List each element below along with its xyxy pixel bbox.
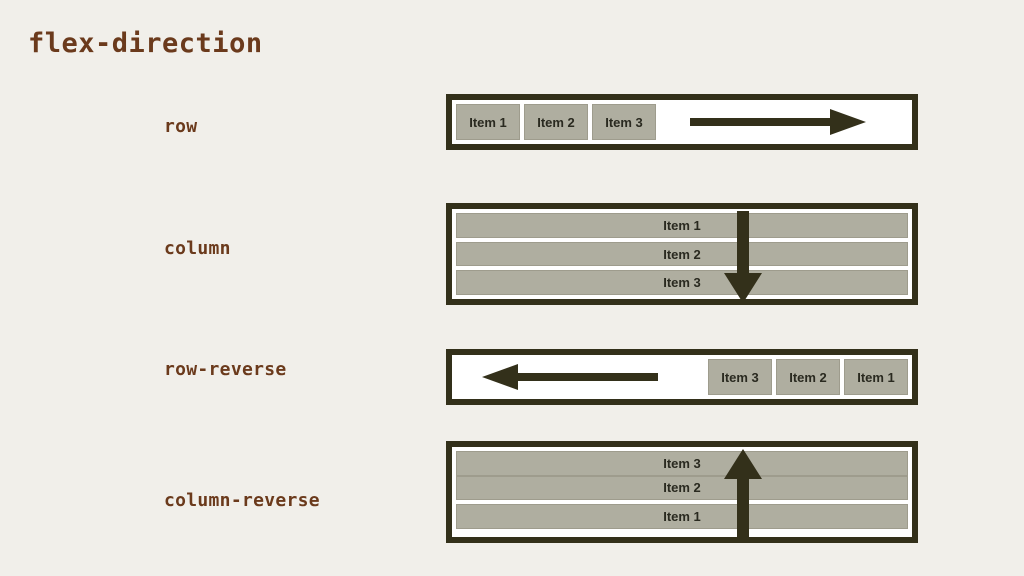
flex-track-column: Item 1 Item 2 Item 3	[456, 213, 908, 296]
example-label-row-reverse: row-reverse	[164, 359, 287, 380]
flex-track-row: Item 1 Item 2 Item 3	[456, 104, 908, 140]
flex-item: Item 3	[708, 359, 772, 395]
flex-item: Item 1	[456, 504, 908, 529]
flex-item: Item 3	[456, 450, 908, 476]
flex-item: Item 3	[456, 270, 908, 296]
flex-container-row-reverse: Item 1 Item 2 Item 3	[446, 349, 918, 405]
flex-track-row-reverse: Item 1 Item 2 Item 3	[456, 359, 908, 395]
page-title: flex-direction	[28, 28, 263, 59]
flex-container-column: Item 1 Item 2 Item 3	[446, 203, 918, 305]
example-label-column: column	[164, 238, 231, 259]
flex-item: Item 2	[524, 104, 588, 140]
flex-item: Item 1	[456, 104, 520, 140]
flex-item: Item 2	[456, 241, 908, 267]
flex-item: Item 2	[776, 359, 840, 395]
flex-container-row: Item 1 Item 2 Item 3	[446, 94, 918, 150]
flex-item: Item 1	[844, 359, 908, 395]
example-label-column-reverse: column-reverse	[164, 490, 320, 511]
flex-item: Item 3	[592, 104, 656, 140]
flex-track-column-reverse: Item 1 Item 2 Item 3	[456, 450, 908, 533]
flex-container-column-reverse: Item 1 Item 2 Item 3	[446, 441, 918, 543]
example-label-row: row	[164, 116, 198, 137]
flex-item: Item 1	[456, 213, 908, 238]
flex-item: Item 2	[456, 475, 908, 501]
